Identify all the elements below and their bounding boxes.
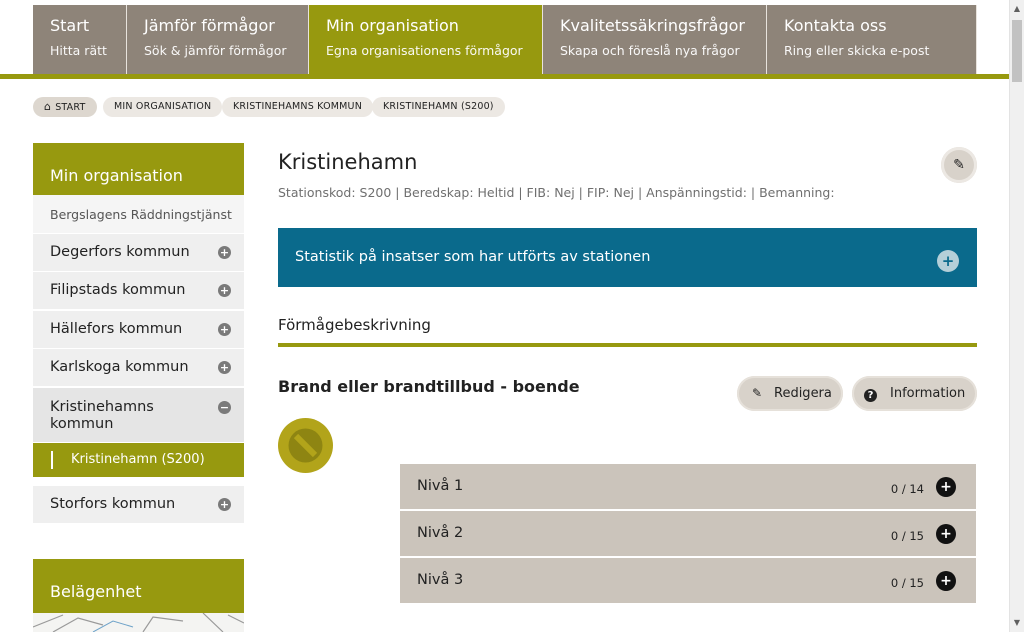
nav-tab-my-organisation[interactable]: Min organisation Egna organisationens fö… [309,5,543,75]
level-count: 0 / 15 [890,576,924,590]
question-icon: ? [864,389,877,402]
sidebar-org-label[interactable]: Bergslagens Räddningstjänst [33,195,244,233]
plus-circle-icon[interactable]: + [936,477,956,497]
sidebar-item-filipstad[interactable]: Filipstads kommun + [33,272,244,309]
breadcrumb-label: Kristinehamns kommun [233,101,363,112]
nav-tab-subtitle: Skapa och föreslå nya frågor [560,43,740,58]
breadcrumb-kristinehamns-kommun[interactable]: Kristinehamns kommun [222,97,374,117]
nav-tab-subtitle: Hitta rätt [50,43,107,58]
home-icon: ⌂ [44,100,52,113]
plus-circle-icon[interactable]: + [218,246,231,259]
sidebar-item-kristinehamn[interactable]: Kristinehamns kommun − [33,388,244,442]
scrollbar-thumb[interactable] [1012,20,1022,82]
nav-tab-title: Kontakta oss [784,16,887,35]
level-label: Nivå 1 [417,478,464,494]
nav-tab-subtitle: Ring eller skicka e-post [784,43,930,58]
location-header: Belägenhet [33,559,244,613]
information-button[interactable]: ? Information [852,376,977,411]
level-label: Nivå 3 [417,572,464,588]
sidebar-item-label: Storfors kommun [50,496,176,512]
pencil-icon: ✎ [953,157,965,173]
scroll-up-arrow-icon[interactable]: ▲ [1010,2,1024,16]
sidebar-item-label: Hällefors kommun [50,321,183,337]
sidebar-item-storfors[interactable]: Storfors kommun + [33,486,244,523]
sidebar-item-label: Filipstads kommun [50,282,186,298]
plus-circle-icon[interactable]: + [218,284,231,297]
status-circle-icon [278,418,333,473]
page-title: Kristinehamn [278,150,418,174]
sidebar-item-karlskoga[interactable]: Karlskoga kommun + [33,349,244,386]
breadcrumb-start[interactable]: ⌂ Start [33,97,97,117]
edit-button[interactable]: ✎ Redigera [737,376,843,411]
nav-underline [0,74,1010,79]
breadcrumb-label: Kristinehamn (S200) [383,101,494,112]
edit-button-label: Redigera [774,386,832,401]
plus-circle-icon[interactable]: + [218,498,231,511]
sidebar-item-label: Karlskoga kommun [50,359,189,375]
breadcrumb-my-organisation[interactable]: Min organisation [103,97,223,117]
sidebar-item-hallefors[interactable]: Hällefors kommun + [33,311,244,348]
plus-circle-icon[interactable]: + [936,524,956,544]
statistics-label: Statistik på insatser som har utförts av… [295,249,651,265]
information-button-label: Information [890,386,966,401]
section-title: Förmågebeskrivning [278,316,431,334]
level-row-1[interactable]: Nivå 1 0 / 14 + [400,464,976,509]
level-row-2[interactable]: Nivå 2 0 / 15 + [400,511,976,556]
capability-title: Brand eller brandtillbud - boende [278,377,580,396]
sidebar-subitem-kristinehamn-s200[interactable]: Kristinehamn (S200) [33,443,244,477]
map-lines-icon [33,613,244,632]
plus-circle-icon[interactable]: + [937,250,959,272]
level-count: 0 / 15 [890,529,924,543]
scroll-down-arrow-icon[interactable]: ▼ [1010,616,1024,630]
active-marker [51,451,53,469]
plus-circle-icon[interactable]: + [936,571,956,591]
section-divider [278,343,977,347]
sidebar-header: Min organisation [33,143,244,195]
location-map[interactable] [33,613,244,632]
level-label: Nivå 2 [417,525,464,541]
sidebar-subitem-label: Kristinehamn (S200) [71,452,205,467]
plus-circle-icon[interactable]: + [218,361,231,374]
nav-tab-start[interactable]: Start Hitta rätt [33,5,127,74]
pencil-icon: ✎ [751,386,763,400]
nav-tab-title: Start [50,16,90,35]
vertical-scrollbar[interactable]: ▲ ▼ [1009,0,1024,632]
nav-tab-contact[interactable]: Kontakta oss Ring eller skicka e-post [767,5,977,74]
nav-tab-subtitle: Egna organisationens förmågor [326,43,523,58]
nav-tab-quality-questions[interactable]: Kvalitetssäkringsfrågor Skapa och föresl… [543,5,767,74]
top-navigation: Start Hitta rätt Jämför förmågor Sök & j… [0,0,1010,79]
breadcrumb-label: Min organisation [114,101,212,112]
breadcrumb-kristinehamn-s200[interactable]: Kristinehamn (S200) [372,97,505,117]
nav-tab-title: Kvalitetssäkringsfrågor [560,16,745,35]
plus-circle-icon[interactable]: + [218,323,231,336]
minus-circle-icon[interactable]: − [218,401,231,414]
edit-station-button[interactable]: ✎ [941,147,977,183]
breadcrumb-label: Start [55,102,86,113]
statistics-accordion[interactable]: Statistik på insatser som har utförts av… [278,228,977,287]
sidebar-item-label: Kristinehamns kommun [50,399,154,432]
level-row-3[interactable]: Nivå 3 0 / 15 + [400,558,976,603]
sidebar-item-label: Degerfors kommun [50,244,190,260]
nav-tab-title: Jämför förmågor [144,16,275,35]
station-meta: Stationskod: S200 | Beredskap: Heltid | … [278,185,835,200]
nav-tab-title: Min organisation [326,16,459,35]
sidebar-item-degerfors[interactable]: Degerfors kommun + [33,234,244,271]
nav-tab-subtitle: Sök & jämför förmågor [144,43,287,58]
nav-tab-compare[interactable]: Jämför förmågor Sök & jämför förmågor [127,5,309,74]
level-count: 0 / 14 [890,482,924,496]
